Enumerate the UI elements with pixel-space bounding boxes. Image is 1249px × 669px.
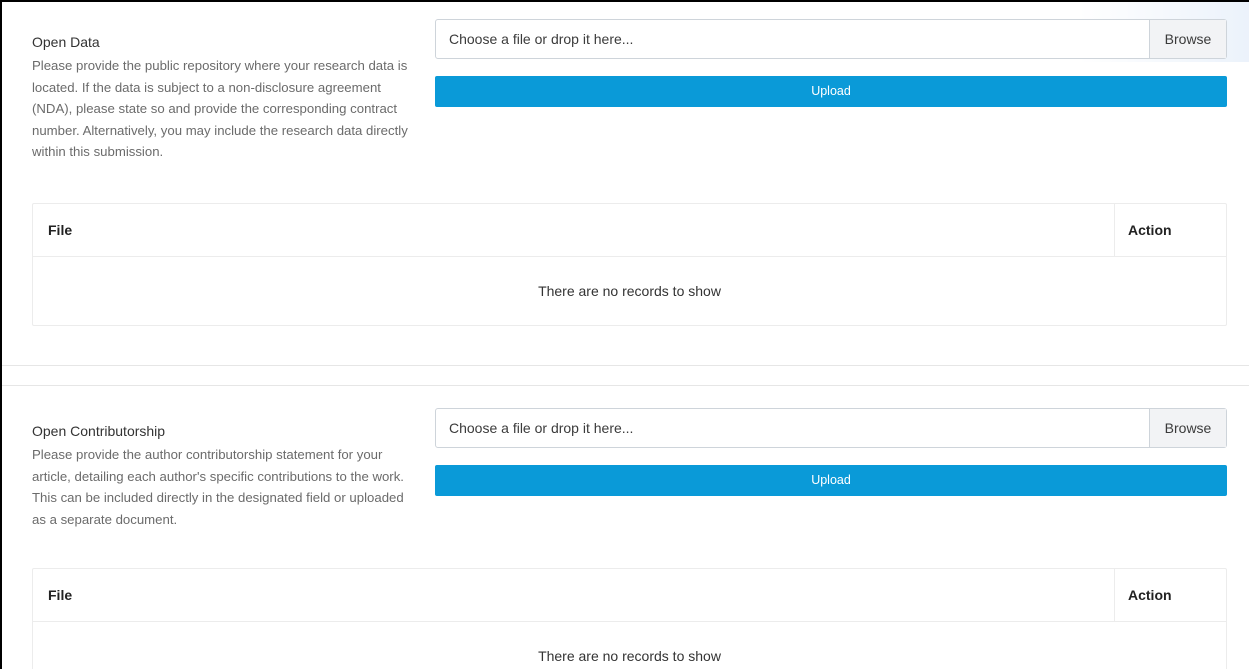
page-frame: Open Data Please provide the public repo… bbox=[0, 0, 1249, 669]
section-description: Please provide the public repository whe… bbox=[32, 58, 408, 159]
column-header-file[interactable]: File bbox=[33, 569, 1114, 621]
file-input-placeholder[interactable]: Choose a file or drop it here... bbox=[436, 409, 1149, 447]
file-input[interactable]: Choose a file or drop it here... Browse bbox=[435, 408, 1227, 448]
file-input-placeholder[interactable]: Choose a file or drop it here... bbox=[436, 20, 1149, 58]
section-title: Open Contributorship bbox=[32, 423, 166, 439]
empty-table-message: There are no records to show bbox=[538, 648, 721, 664]
open-contributorship-info: Open Contributorship Please provide the … bbox=[32, 420, 420, 530]
files-table: File Action There are no records to show bbox=[32, 568, 1227, 669]
column-header-file[interactable]: File bbox=[33, 204, 1114, 256]
empty-table-message: There are no records to show bbox=[538, 283, 721, 299]
upload-button[interactable]: Upload bbox=[435, 465, 1227, 496]
open-data-info: Open Data Please provide the public repo… bbox=[32, 31, 420, 163]
column-header-action[interactable]: Action bbox=[1114, 204, 1226, 256]
table-header: File Action bbox=[33, 204, 1226, 257]
section-description: Please provide the author contributorshi… bbox=[32, 447, 404, 527]
open-contributorship-section: Open Contributorship Please provide the … bbox=[2, 386, 1249, 669]
file-input[interactable]: Choose a file or drop it here... Browse bbox=[435, 19, 1227, 59]
open-data-upload: Choose a file or drop it here... Browse … bbox=[435, 19, 1227, 107]
browse-button[interactable]: Browse bbox=[1149, 409, 1226, 447]
open-data-section: Open Data Please provide the public repo… bbox=[2, 2, 1249, 366]
open-contributorship-upload: Choose a file or drop it here... Browse … bbox=[435, 408, 1227, 496]
column-header-action[interactable]: Action bbox=[1114, 569, 1226, 621]
section-title: Open Data bbox=[32, 34, 100, 50]
section-divider bbox=[2, 368, 1249, 386]
files-table: File Action There are no records to show bbox=[32, 203, 1227, 326]
browse-button[interactable]: Browse bbox=[1149, 20, 1226, 58]
table-header: File Action bbox=[33, 569, 1226, 622]
upload-button[interactable]: Upload bbox=[435, 76, 1227, 107]
